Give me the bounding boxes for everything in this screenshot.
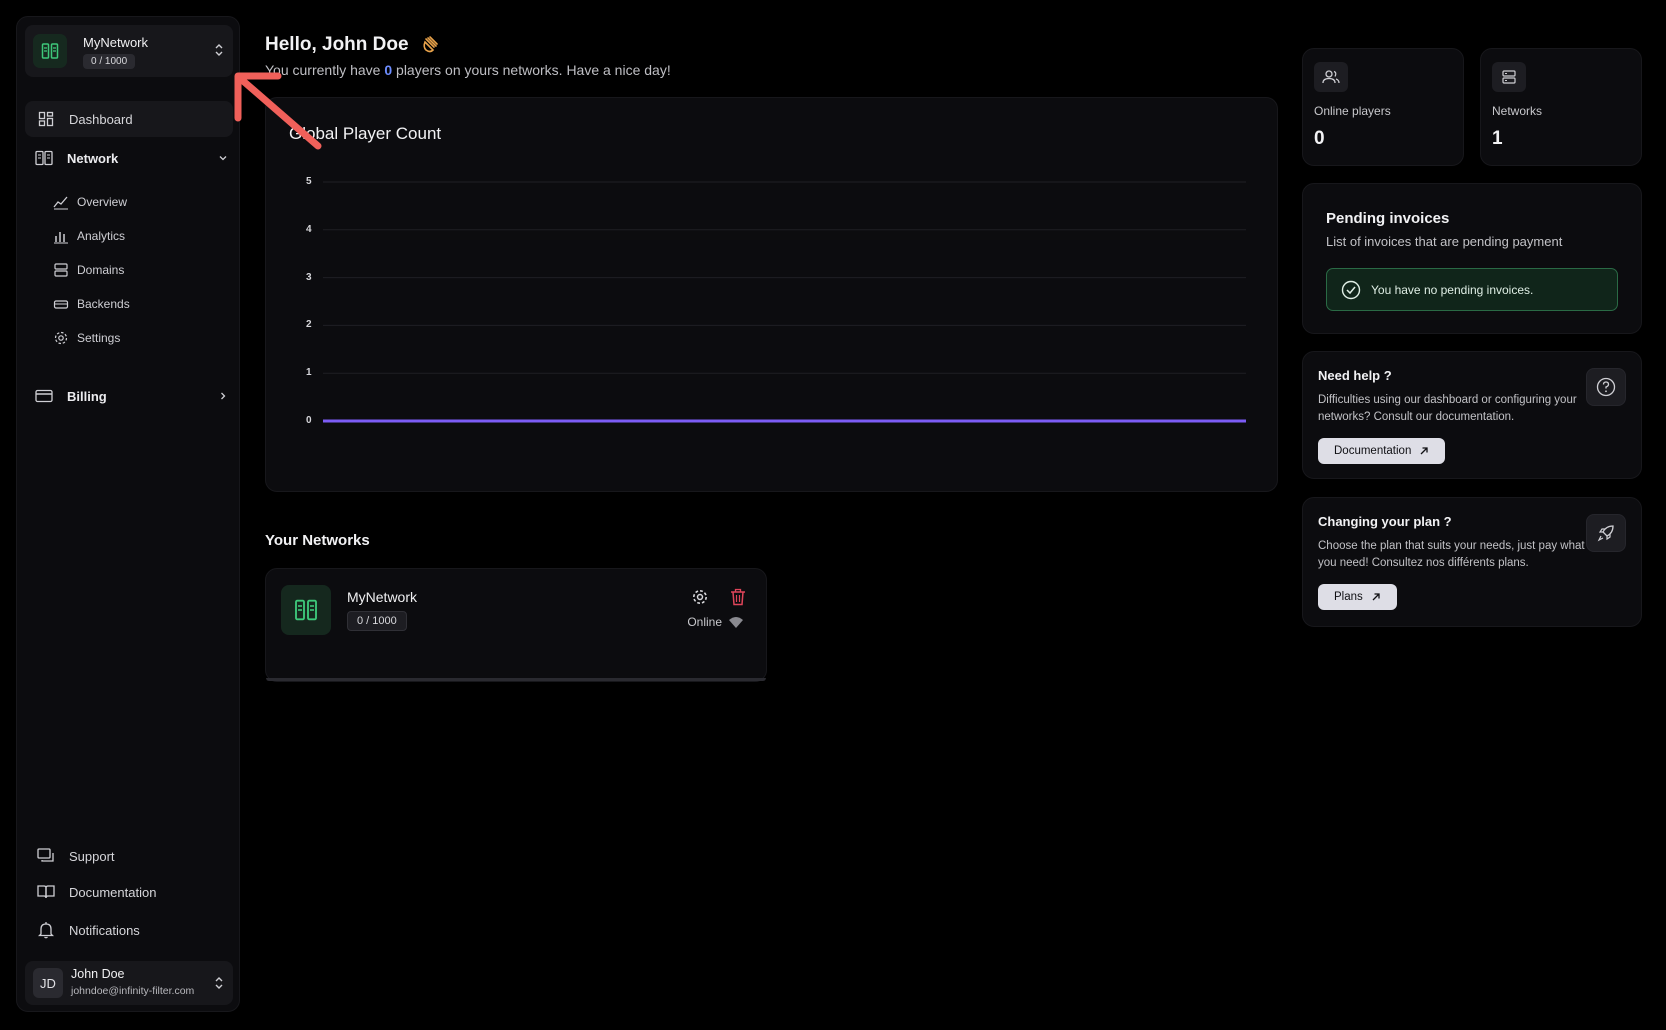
- rocket-icon: [1586, 514, 1626, 552]
- stat-value: 1: [1492, 128, 1503, 149]
- card-description: Difficulties using our dashboard or conf…: [1318, 394, 1577, 423]
- sidebar: MyNetwork 0 / 1000 Dashboard Network Ove…: [16, 16, 240, 1012]
- documentation-button[interactable]: Documentation: [1318, 438, 1446, 464]
- sidebar-item-notifications[interactable]: Notifications: [37, 921, 140, 939]
- server-icon: [53, 262, 69, 278]
- status-text: Online: [687, 615, 722, 629]
- stat-label: Networks: [1492, 104, 1543, 118]
- page-title: Hello, John Doe: [265, 34, 441, 56]
- sidebar-item-label: Overview: [77, 195, 128, 209]
- network-logo-icon: [281, 585, 331, 635]
- sidebar-item-settings[interactable]: Settings: [53, 330, 120, 346]
- sidebar-item-label: Analytics: [77, 229, 126, 243]
- player-count: 0: [384, 62, 393, 78]
- user-menu[interactable]: JD John Doe johndoe@infinity-filter.com: [25, 961, 233, 1005]
- sidebar-item-label: Documentation: [69, 884, 157, 900]
- chevron-updown-icon: [213, 42, 225, 58]
- sidebar-item-analytics[interactable]: Analytics: [53, 228, 125, 244]
- sidebar-item-support[interactable]: Support: [37, 847, 115, 865]
- stat-online-players: Online players 0: [1302, 48, 1464, 166]
- network-card[interactable]: MyNetwork 0 / 1000 Online: [265, 568, 767, 682]
- network-status: Online: [687, 615, 744, 629]
- stat-label: Online players: [1314, 104, 1391, 118]
- card-footer-bar: [266, 678, 766, 681]
- sidebar-item-dashboard[interactable]: Dashboard: [25, 101, 233, 137]
- user-name: John Doe: [71, 967, 125, 981]
- no-invoices-alert: You have no pending invoices.: [1326, 268, 1618, 311]
- bell-icon: [37, 921, 55, 939]
- dashboard-icon: [37, 110, 55, 128]
- gear-icon: [53, 330, 69, 346]
- pending-invoices-card: Pending invoices List of invoices that a…: [1302, 183, 1642, 334]
- card-description: List of invoices that are pending paymen…: [1326, 234, 1563, 249]
- alert-text: You have no pending invoices.: [1371, 282, 1534, 297]
- stat-value: 0: [1314, 128, 1325, 149]
- trend-icon: [53, 194, 69, 210]
- need-help-card: Need help ? Difficulties using our dashb…: [1302, 351, 1642, 479]
- chevron-right-icon: [217, 390, 229, 402]
- bar-chart-icon: [53, 228, 69, 244]
- waving-hand-icon: [421, 35, 441, 55]
- sidebar-item-documentation[interactable]: Documentation: [37, 883, 156, 901]
- sidebar-item-label: Network: [67, 150, 119, 166]
- network-switcher[interactable]: MyNetwork 0 / 1000: [25, 25, 233, 77]
- network-icon: [35, 149, 53, 167]
- user-email: johndoe@infinity-filter.com: [71, 985, 195, 997]
- wifi-icon: [728, 615, 744, 629]
- plans-button[interactable]: Plans: [1318, 584, 1397, 610]
- card-title: Need help ?: [1318, 368, 1392, 383]
- card-title: Pending invoices: [1326, 210, 1450, 227]
- sidebar-item-label: Settings: [77, 331, 121, 345]
- book-open-icon: [37, 883, 55, 901]
- sidebar-item-label: Domains: [77, 263, 125, 277]
- sidebar-item-label: Notifications: [69, 922, 140, 938]
- sidebar-item-billing[interactable]: Billing: [35, 382, 231, 410]
- button-label: Documentation: [1334, 445, 1412, 457]
- sidebar-item-overview[interactable]: Overview: [53, 194, 127, 210]
- external-link-icon: [1371, 592, 1381, 602]
- network-logo-icon: [33, 34, 67, 68]
- credit-card-icon: [35, 387, 53, 405]
- greeting-text: Hello, John Doe: [265, 34, 409, 55]
- sidebar-item-network[interactable]: Network: [35, 144, 231, 172]
- chart-plot: [323, 181, 1246, 423]
- network-switcher-usage: 0 / 1000: [83, 54, 136, 69]
- help-circle-icon: [1586, 368, 1626, 406]
- network-name: MyNetwork: [347, 589, 418, 605]
- change-plan-card: Changing your plan ? Choose the plan tha…: [1302, 497, 1642, 627]
- check-circle-icon: [1341, 280, 1361, 300]
- external-link-icon: [1419, 446, 1429, 456]
- users-icon: [1314, 62, 1348, 92]
- your-networks-title: Your Networks: [265, 532, 370, 549]
- button-label: Plans: [1334, 591, 1363, 603]
- gear-icon[interactable]: [691, 588, 709, 606]
- hard-drive-icon: [53, 296, 69, 312]
- chevron-down-icon: [217, 152, 229, 164]
- annotation-arrow-icon: [234, 72, 322, 150]
- chevron-updown-icon: [213, 975, 225, 991]
- chat-icon: [37, 847, 55, 865]
- server-icon: [1492, 62, 1526, 92]
- trash-icon[interactable]: [730, 588, 746, 606]
- stat-networks: Networks 1: [1480, 48, 1642, 166]
- avatar: JD: [33, 968, 63, 998]
- card-description: Choose the plan that suits your needs, j…: [1318, 540, 1585, 569]
- network-usage: 0 / 1000: [347, 611, 407, 631]
- subtitle-suffix: players on yours networks. Have a nice d…: [396, 62, 671, 78]
- card-title: Changing your plan ?: [1318, 514, 1452, 529]
- sidebar-item-label: Backends: [77, 297, 130, 311]
- sidebar-item-backends[interactable]: Backends: [53, 296, 130, 312]
- network-switcher-name: MyNetwork: [83, 35, 149, 50]
- sidebar-item-domains[interactable]: Domains: [53, 262, 124, 278]
- global-player-chart: Global Player Count 543210: [265, 97, 1278, 492]
- sidebar-item-label: Dashboard: [69, 111, 133, 127]
- sidebar-item-label: Support: [69, 848, 115, 864]
- sidebar-item-label: Billing: [67, 388, 107, 404]
